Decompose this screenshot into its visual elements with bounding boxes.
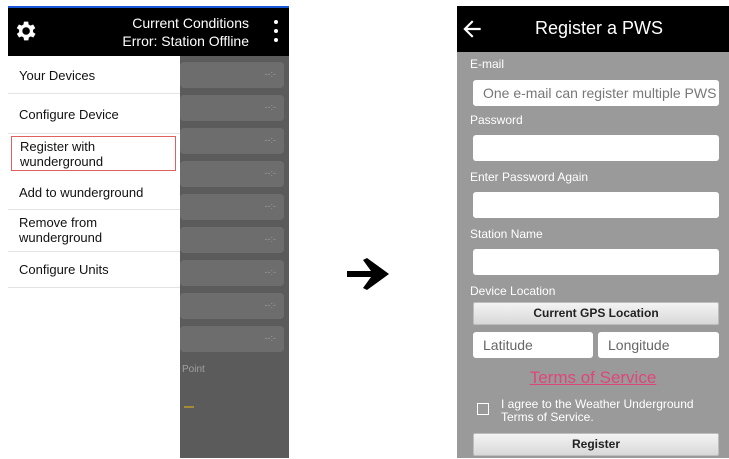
status-accent-line: [8, 6, 289, 8]
agree-text: I agree to the Weather Underground Terms…: [501, 397, 694, 424]
right-arrow-icon: [347, 258, 389, 290]
drawer-item-label: Register with: [20, 139, 96, 154]
background-row: --:-: [180, 227, 284, 253]
background-row: --:-: [180, 95, 284, 121]
drawer-item-configure-device[interactable]: Configure Device: [8, 94, 180, 134]
drawer-item-label: Add to wunderground: [19, 185, 144, 200]
station-name-label: Station Name: [470, 227, 543, 241]
background-row: --:-: [180, 62, 284, 88]
background-row: --:-: [180, 326, 284, 352]
drawer-item-register-wunderground[interactable]: Register with wunderground: [11, 136, 176, 171]
latitude-field[interactable]: [473, 332, 593, 358]
navigation-drawer: Your Devices Configure Device Register w…: [8, 56, 180, 458]
email-label: E-mail: [470, 57, 505, 71]
background-row: --:-: [180, 194, 284, 220]
password-again-label: Enter Password Again: [470, 170, 589, 184]
device-location-label: Device Location: [470, 284, 556, 298]
background-row: --:-: [180, 293, 284, 319]
left-screen: Current Conditions Error: Station Offlin…: [8, 6, 289, 458]
password-label: Password: [470, 113, 523, 127]
gps-location-button[interactable]: Current GPS Location: [473, 302, 719, 325]
drawer-item-configure-units[interactable]: Configure Units: [8, 252, 180, 288]
drawer-item-label: wunderground: [20, 154, 104, 169]
terms-of-service-link[interactable]: Terms of Service: [457, 368, 729, 388]
background-point-label: Point: [182, 364, 205, 375]
background-accent-mark: [184, 406, 194, 408]
drawer-item-your-devices[interactable]: Your Devices: [8, 56, 180, 94]
station-name-field[interactable]: [473, 249, 719, 275]
left-app-bar: Current Conditions Error: Station Offlin…: [8, 6, 289, 56]
gear-icon[interactable]: [12, 18, 38, 44]
drawer-item-label: Configure Device: [19, 107, 119, 122]
background-row: --:-: [180, 161, 284, 187]
email-field[interactable]: [473, 80, 719, 106]
background-value-list: --:- --:- --:- --:- --:- --:- --:- --:- …: [180, 62, 284, 359]
longitude-field[interactable]: [598, 332, 719, 358]
page-title: Register a PWS: [534, 18, 664, 38]
password-field[interactable]: [473, 135, 719, 161]
password-again-field[interactable]: [473, 192, 719, 218]
drawer-item-label: Remove from: [19, 215, 98, 230]
left-title: Current Conditions Error: Station Offlin…: [48, 14, 249, 50]
background-row: --:-: [180, 260, 284, 286]
drawer-item-remove-wunderground[interactable]: Remove from wunderground: [8, 210, 180, 252]
drawer-item-label: wunderground: [19, 230, 103, 245]
register-button[interactable]: Register: [473, 433, 719, 456]
title-line-2: Error: Station Offline: [122, 33, 249, 49]
right-app-bar: Register a PWS: [457, 6, 729, 52]
title-line-1: Current Conditions: [132, 15, 249, 31]
kebab-menu-icon[interactable]: [273, 20, 279, 42]
drawer-item-label: Configure Units: [19, 262, 109, 277]
drawer-item-add-wunderground[interactable]: Add to wunderground: [8, 174, 180, 210]
drawer-item-label: Your Devices: [19, 68, 96, 83]
background-row: --:-: [180, 128, 284, 154]
agree-checkbox[interactable]: [477, 403, 489, 415]
right-screen: Register a PWS E-mail Password Enter Pas…: [457, 6, 729, 458]
